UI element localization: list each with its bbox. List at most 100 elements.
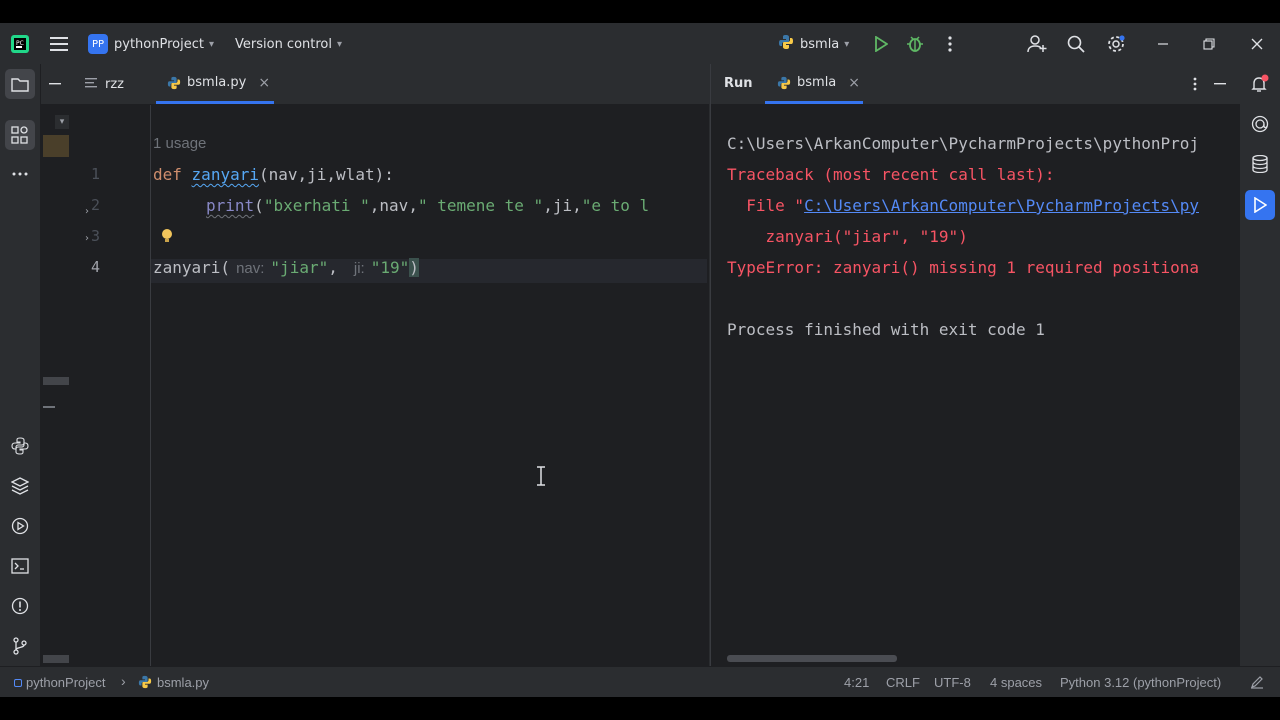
scroll-marker: [43, 377, 69, 385]
change-marker: [43, 135, 69, 157]
title-bar: PC PP pythonProject ▾ Version control ▾ …: [0, 23, 1280, 64]
breadcrumb-project[interactable]: pythonProject: [26, 675, 106, 690]
keyword: def: [153, 165, 182, 184]
line-number: 1: [91, 165, 101, 183]
lightbulb-icon[interactable]: [160, 228, 174, 248]
line-separator[interactable]: CRLF: [886, 675, 920, 690]
string: "e to l: [581, 196, 659, 215]
terminal-icon[interactable]: [8, 554, 32, 578]
breadcrumb-file[interactable]: bsmla.py: [157, 675, 209, 690]
builtin-print: print: [206, 196, 255, 215]
code-line-2[interactable]: print("bxerhati ",nav," temene te ",ji,"…: [206, 196, 659, 215]
add-user-icon[interactable]: [1026, 33, 1048, 55]
output-text: File ": [727, 196, 805, 215]
output-line-error: File "C:\Users\ArkanComputer\PycharmProj…: [727, 196, 1199, 215]
function-name: zanyari: [191, 165, 259, 184]
close-window-icon[interactable]: [1246, 33, 1268, 55]
output-line-error: Traceback (most recent call last):: [727, 165, 1055, 184]
project-selector[interactable]: PP pythonProject ▾: [88, 33, 214, 55]
string: "bxerhati ": [263, 196, 370, 215]
text-cursor-icon: [535, 466, 547, 490]
ide-window: PC PP pythonProject ▾ Version control ▾ …: [0, 23, 1280, 697]
line-number-gutter: › ›: [71, 105, 151, 666]
run-icon[interactable]: [871, 33, 891, 55]
version-control-label: Version control: [235, 36, 332, 52]
tab-rzz[interactable]: rzz: [85, 64, 124, 104]
run-tool-icon[interactable]: [1245, 190, 1275, 220]
database-icon[interactable]: [1249, 153, 1271, 175]
notifications-icon[interactable]: [1249, 73, 1271, 95]
more-options-icon[interactable]: [940, 33, 960, 55]
function-call: zanyari(: [153, 258, 231, 277]
left-gutter: ▾: [41, 105, 71, 666]
restore-icon[interactable]: [1198, 33, 1220, 55]
horizontal-scrollbar[interactable]: [727, 655, 897, 662]
settings-icon[interactable]: [1105, 33, 1127, 55]
run-panel: Run bsmla × C:\Users\ArkanComputer\Pycha…: [710, 64, 1241, 666]
chevron-down-icon[interactable]: ▾: [55, 115, 69, 129]
layers-icon[interactable]: [8, 474, 32, 498]
args: ,ji,: [543, 196, 582, 215]
tab-label: rzz: [105, 76, 124, 92]
collapse-icon[interactable]: [41, 64, 69, 104]
problems-icon[interactable]: [8, 594, 32, 618]
cursor-position[interactable]: 4:21: [844, 675, 869, 690]
file-path-link[interactable]: C:\Users\ArkanComputer\PycharmProjects\p…: [804, 196, 1199, 215]
paren: (: [254, 196, 264, 215]
lock-edit-icon[interactable]: [1250, 675, 1264, 692]
debug-icon[interactable]: [904, 33, 926, 55]
tab-label: bsmla.py: [187, 75, 247, 90]
indent-setting[interactable]: 4 spaces: [990, 675, 1042, 690]
line-number: 2: [91, 196, 101, 214]
project-icon: [14, 679, 22, 687]
python-icon: [777, 76, 791, 90]
chevron-down-icon: ▾: [208, 38, 214, 50]
project-badge: PP: [88, 34, 108, 54]
run-tab-bsmla[interactable]: bsmla ×: [765, 64, 863, 104]
services-icon[interactable]: [8, 514, 32, 538]
more-options-icon[interactable]: [1187, 74, 1203, 94]
structure-icon[interactable]: [5, 120, 35, 150]
project-folder-icon[interactable]: [5, 69, 35, 99]
string: " temene te ": [417, 196, 544, 215]
status-bar: pythonProject › bsmla.py 4:21 CRLF UTF-8…: [0, 666, 1280, 697]
string: "jiar": [270, 258, 329, 277]
git-icon[interactable]: [8, 634, 32, 658]
param-hint: ji:: [353, 260, 365, 277]
code-line-1[interactable]: def zanyari(nav,ji,wlat):: [153, 165, 394, 184]
chevron-down-icon: ▾: [337, 38, 343, 50]
line-number: 4: [91, 258, 101, 276]
minimize-icon[interactable]: [1152, 33, 1174, 55]
file-encoding[interactable]: UTF-8: [934, 675, 971, 690]
fold-arrow-icon[interactable]: ›: [85, 233, 89, 244]
more-tools-icon[interactable]: [8, 164, 32, 184]
line-number: 3: [91, 227, 101, 245]
ai-assistant-icon[interactable]: [1249, 113, 1271, 135]
output-line: C:\Users\ArkanComputer\PycharmProjects\p…: [727, 134, 1200, 153]
left-tool-strip: [0, 64, 41, 666]
python-packages-icon[interactable]: [8, 434, 32, 458]
right-tool-strip: [1240, 64, 1280, 666]
hide-panel-icon[interactable]: [1211, 74, 1229, 94]
close-tab-icon[interactable]: ×: [848, 75, 860, 91]
run-config-label: bsmla: [800, 36, 840, 52]
usage-hint[interactable]: 1 usage: [153, 135, 206, 152]
code-line-4[interactable]: zanyari(nav: "jiar", ji: "19"): [153, 258, 419, 277]
run-panel-title: Run: [724, 76, 753, 91]
param-hint: nav:: [236, 260, 265, 277]
pycharm-logo-icon[interactable]: PC: [10, 34, 30, 54]
run-config-selector[interactable]: bsmla ▾: [778, 33, 849, 55]
run-panel-header: Run bsmla ×: [711, 64, 1241, 104]
chevron-down-icon: ▾: [844, 38, 850, 50]
python-interpreter[interactable]: Python 3.12 (pythonProject): [1060, 675, 1221, 690]
tab-bsmla-py[interactable]: bsmla.py ×: [156, 64, 274, 104]
hamburger-menu-icon[interactable]: [48, 33, 70, 55]
version-control-menu[interactable]: Version control ▾: [235, 33, 342, 55]
close-tab-icon[interactable]: ×: [258, 75, 270, 91]
python-file-icon: [138, 675, 152, 692]
chevron-right-icon: ›: [121, 673, 126, 689]
string: "19": [370, 258, 410, 277]
output-line: Process finished with exit code 1: [727, 320, 1045, 339]
search-icon[interactable]: [1065, 33, 1087, 55]
fold-arrow-icon[interactable]: ›: [85, 206, 89, 217]
